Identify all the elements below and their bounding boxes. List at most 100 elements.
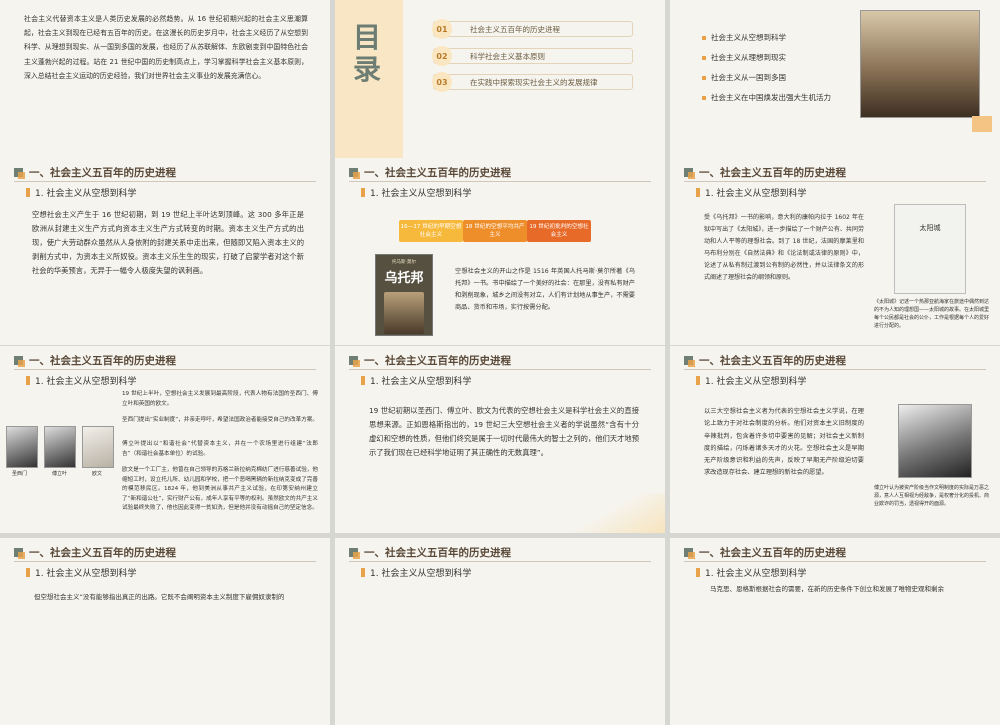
book-art xyxy=(384,292,424,334)
section-header: 一、社会主义五百年的历史进程 xyxy=(14,545,176,560)
slide-utopian-origin: 一、社会主义五百年的历史进程 1. 社会主义从空想到科学 空想社会主义产生于 1… xyxy=(0,158,330,345)
toc-item-3[interactable]: 03 在实践中探索现实社会主义的发展规律 xyxy=(432,72,633,92)
section-header: 一、社会主义五百年的历史进程 xyxy=(349,165,511,180)
slide-marx-engels: 一、社会主义五百年的历史进程 1. 社会主义从空想到科学 马克思、恩格斯根据社会… xyxy=(670,538,1000,725)
subsection-title: 1. 社会主义从空想到科学 xyxy=(26,186,136,199)
slide-row4-middle: 一、社会主义五百年的历史进程 1. 社会主义从空想到科学 xyxy=(335,538,665,725)
subsection-icon xyxy=(361,376,365,385)
caption-fourier: 傅立叶 xyxy=(52,471,68,477)
subsection-title: 1. 社会主义从空想到科学 xyxy=(696,186,806,199)
toc-label-1: 社会主义五百年的历史进程 xyxy=(470,24,560,34)
subsection-title: 1. 社会主义从空想到科学 xyxy=(26,566,136,579)
owen-portrait xyxy=(82,426,114,468)
body-text: 19 世纪初期以圣西门、傅立叶、欧文为代表的空想社会主义是科学社会主义的直接思想… xyxy=(369,406,639,457)
header-divider xyxy=(684,181,986,182)
caption-owen: 欧文 xyxy=(92,471,103,477)
body-text: 以三大空想社会主义者为代表的空想社会主义学说，在理论上致力于对社会制度的分析。他… xyxy=(704,408,864,477)
overview-bullet-3: 社会主义从一国到多国 xyxy=(702,72,786,83)
subsection-title: 1. 社会主义从空想到科学 xyxy=(696,374,806,387)
body-text: 空想社会主义的开山之作是 1516 年英国人托马斯·莫尔所著《乌托邦》一书。书中… xyxy=(455,268,635,311)
body-para-4: 欧文是一个工厂主，他曾在自己领导的苏格兰新拉纳克棉纺厂进行慈善试验，他缩短工时，… xyxy=(122,467,318,512)
stage-tag-2: 18 世纪的空想平均共产主义 xyxy=(463,220,527,242)
saint-simon-portrait xyxy=(6,426,38,468)
book-title: 乌托邦 xyxy=(384,271,424,286)
body-text: 马克思、恩格斯根据社会的需要，在新的历史条件下创立和发展了唯物史观和剩余 xyxy=(710,585,944,593)
body-text: 空想社会主义产生于 16 世纪初期，到 19 世纪上半叶达到顶峰。这 300 多… xyxy=(32,210,304,275)
section-icon xyxy=(349,168,360,179)
slide-utopia: 一、社会主义五百年的历史进程 1. 社会主义从空想到科学 16—17 世纪的早期… xyxy=(335,158,665,345)
section-icon xyxy=(684,356,695,367)
city-of-sun-book: 太阳城 xyxy=(894,204,966,294)
subsection-icon xyxy=(361,188,365,197)
stage-tag-3: 19 世纪初批判的空想社会主义 xyxy=(527,220,591,242)
section-icon xyxy=(349,356,360,367)
section-header: 一、社会主义五百年的历史进程 xyxy=(684,353,846,368)
body-text: 但空想社会主义“没有能够指出真正的出路。它既不会阐明资本主义制度下雇佣奴隶制的 xyxy=(34,593,285,601)
subsection-title: 1. 社会主义从空想到科学 xyxy=(361,374,471,387)
subsection-icon xyxy=(26,188,30,197)
section-header: 一、社会主义五百年的历史进程 xyxy=(684,545,846,560)
book-title: 太阳城 xyxy=(919,224,941,232)
subsection-title: 1. 社会主义从空想到科学 xyxy=(696,566,806,579)
body-para-1: 19 世纪上半叶，空想社会主义发展到最高阶段，代表人物有法国的圣西门、傅立叶和英… xyxy=(122,391,318,407)
subsection-icon xyxy=(26,568,30,577)
subsection-title: 1. 社会主义从空想到科学 xyxy=(26,374,136,387)
header-divider xyxy=(14,181,316,182)
book-caption: 《太阳城》记述一个热那亚航海家在旅途中偶然到达的不为人知的理想国——太阳城的故事… xyxy=(874,299,990,329)
body-text: 受《乌托邦》一书的影响，意大利的康帕内拉于 1602 年在狱中写出了《太阳城》，… xyxy=(704,214,864,281)
marx-engels-portrait xyxy=(860,10,980,118)
subsection-title: 1. 社会主义从空想到科学 xyxy=(361,186,471,199)
toc-num-1: 01 xyxy=(432,19,452,39)
section-icon xyxy=(684,548,695,559)
subsection-title: 1. 社会主义从空想到科学 xyxy=(361,566,471,579)
accent-square xyxy=(972,116,992,132)
slide-utopian-limits: 一、社会主义五百年的历史进程 1. 社会主义从空想到科学 但空想社会主义“没有能… xyxy=(0,538,330,725)
body-para-2: 圣西门提出“实业制度”，并亲走呼吁，希望法国政治者能接受自己的改革方案。 xyxy=(122,417,318,423)
subsection-icon xyxy=(696,568,700,577)
fourier-portrait xyxy=(44,426,76,468)
slide-three-utopians: 一、社会主义五百年的历史进程 1. 社会主义从空想到科学 圣西门 傅立叶 欧文 … xyxy=(0,346,330,533)
header-divider xyxy=(349,369,651,370)
subsection-icon xyxy=(26,376,30,385)
slide-utopian-assessment: 一、社会主义五百年的历史进程 1. 社会主义从空想到科学 以三大空想社会主义者为… xyxy=(670,346,1000,533)
section-icon xyxy=(14,356,25,367)
section-header: 一、社会主义五百年的历史进程 xyxy=(14,165,176,180)
overview-bullet-2: 社会主义从理想到现实 xyxy=(702,52,786,63)
bullet-dot-icon xyxy=(702,35,706,40)
bullet-dot-icon xyxy=(702,75,706,80)
section-header: 一、社会主义五百年的历史进程 xyxy=(349,545,511,560)
header-divider xyxy=(684,369,986,370)
section-header: 一、社会主义五百年的历史进程 xyxy=(684,165,846,180)
overview-bullet-4: 社会主义在中国焕发出强大生机活力 xyxy=(702,92,831,103)
header-divider xyxy=(349,561,651,562)
intro-text: 社会主义代替资本主义是人类历史发展的必然趋势。从 16 世纪初期兴起的社会主义思… xyxy=(24,15,308,80)
subsection-icon xyxy=(361,568,365,577)
section-header: 一、社会主义五百年的历史进程 xyxy=(14,353,176,368)
slide-engels-quote: 一、社会主义五百年的历史进程 1. 社会主义从空想到科学 19 世纪初期以圣西门… xyxy=(335,346,665,533)
section-header: 一、社会主义五百年的历史进程 xyxy=(349,353,511,368)
slide-city-of-sun: 一、社会主义五百年的历史进程 1. 社会主义从空想到科学 受《乌托邦》一书的影响… xyxy=(670,158,1000,345)
subsection-icon xyxy=(696,188,700,197)
corner-decoration xyxy=(575,493,665,533)
section-icon xyxy=(684,168,695,179)
toc-num-2: 02 xyxy=(432,46,452,66)
toc-item-2[interactable]: 02 科学社会主义基本原则 xyxy=(432,46,633,66)
fourier-engraving xyxy=(898,404,972,478)
stage-tag-1: 16—17 世纪的早期空想社会主义 xyxy=(399,220,463,242)
caption-saint-simon: 圣西门 xyxy=(12,471,28,477)
header-divider xyxy=(349,181,651,182)
toc-title: 目录 xyxy=(353,21,382,86)
book-subtitle: 托马斯·莫尔 xyxy=(392,260,416,265)
header-divider xyxy=(684,561,986,562)
toc-item-1[interactable]: 01 社会主义五百年的历史进程 xyxy=(432,19,633,39)
overview-bullet-1: 社会主义从空想到科学 xyxy=(702,32,786,43)
section-icon xyxy=(349,548,360,559)
engraving-caption: 傅立叶认为被资产阶级当作文明制度的实际是万恶之源，意人人互相视为经敌争，是权奢分… xyxy=(874,485,990,507)
section-icon xyxy=(14,168,25,179)
toc-label-3: 在实践中探索现实社会主义的发展规律 xyxy=(470,77,598,87)
toc-num-3: 03 xyxy=(432,72,452,92)
header-divider xyxy=(14,561,316,562)
bullet-dot-icon xyxy=(702,55,706,60)
header-divider xyxy=(14,369,316,370)
bullet-dot-icon xyxy=(702,95,706,100)
